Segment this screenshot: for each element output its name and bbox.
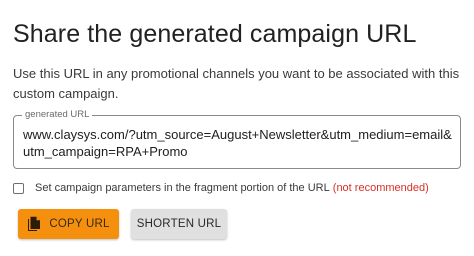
description-text: Use this URL in any promotional channels… — [13, 66, 460, 101]
copy-url-label: COPY URL — [49, 218, 110, 230]
shorten-url-button[interactable]: SHORTEN URL — [131, 209, 227, 239]
generated-url-label: generated URL — [22, 109, 93, 121]
copy-icon — [28, 216, 41, 231]
generated-url-field[interactable]: generated URL www.claysys.com/?utm_sourc… — [13, 109, 461, 169]
fragment-checkbox[interactable] — [13, 182, 24, 194]
not-recommended-warning: (not recommended) — [332, 182, 429, 194]
generated-url-value[interactable]: www.claysys.com/?utm_source=August+Newsl… — [23, 126, 454, 160]
copy-url-button[interactable]: COPY URL — [18, 209, 119, 239]
page-title: Share the generated campaign URL — [13, 20, 417, 48]
fragment-option-row[interactable]: Set campaign parameters in the fragment … — [13, 180, 429, 196]
fragment-checkbox-label: Set campaign parameters in the fragment … — [35, 182, 330, 194]
shorten-url-label: SHORTEN URL — [136, 218, 222, 230]
